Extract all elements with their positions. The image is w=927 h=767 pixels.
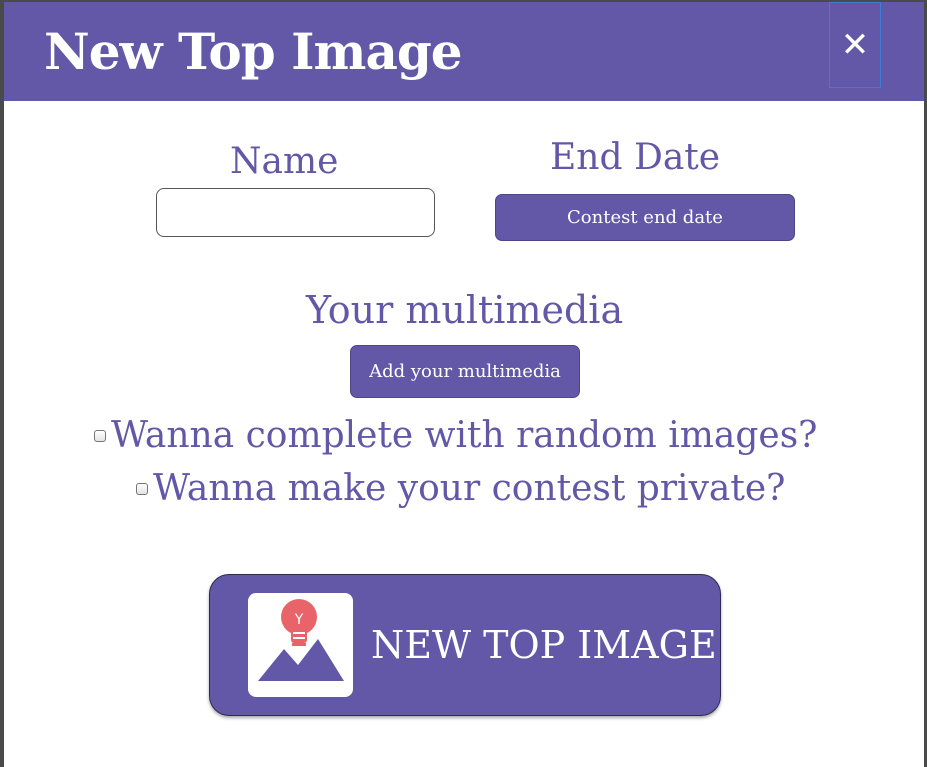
random-images-option: Wanna complete with random images? — [94, 413, 817, 459]
end-date-label: End Date — [550, 137, 721, 178]
new-top-image-dialog: New Top Image ✕ Name End Date Contest en… — [4, 2, 924, 767]
name-input[interactable] — [156, 188, 435, 237]
private-contest-option: Wanna make your contest private? — [136, 466, 785, 512]
dialog-title: New Top Image — [44, 22, 463, 81]
close-button[interactable]: ✕ — [829, 2, 881, 88]
multimedia-label: Your multimedia — [306, 288, 624, 332]
private-contest-label: Wanna make your contest private? — [153, 468, 786, 509]
new-top-image-button-label: NEW TOP IMAGE — [371, 623, 717, 667]
close-icon: ✕ — [840, 25, 870, 65]
end-date-button[interactable]: Contest end date — [495, 194, 795, 241]
add-multimedia-button[interactable]: Add your multimedia — [350, 345, 580, 398]
dialog-header: New Top Image ✕ — [4, 2, 924, 101]
name-label: Name — [230, 141, 339, 182]
svg-text:Y: Y — [294, 612, 304, 628]
image-idea-icon: Y — [248, 593, 353, 697]
random-images-checkbox[interactable] — [94, 430, 106, 442]
random-images-label: Wanna complete with random images? — [111, 415, 818, 456]
new-top-image-button[interactable]: Y NEW TOP IMAGE — [209, 574, 721, 716]
private-contest-checkbox[interactable] — [136, 483, 148, 495]
